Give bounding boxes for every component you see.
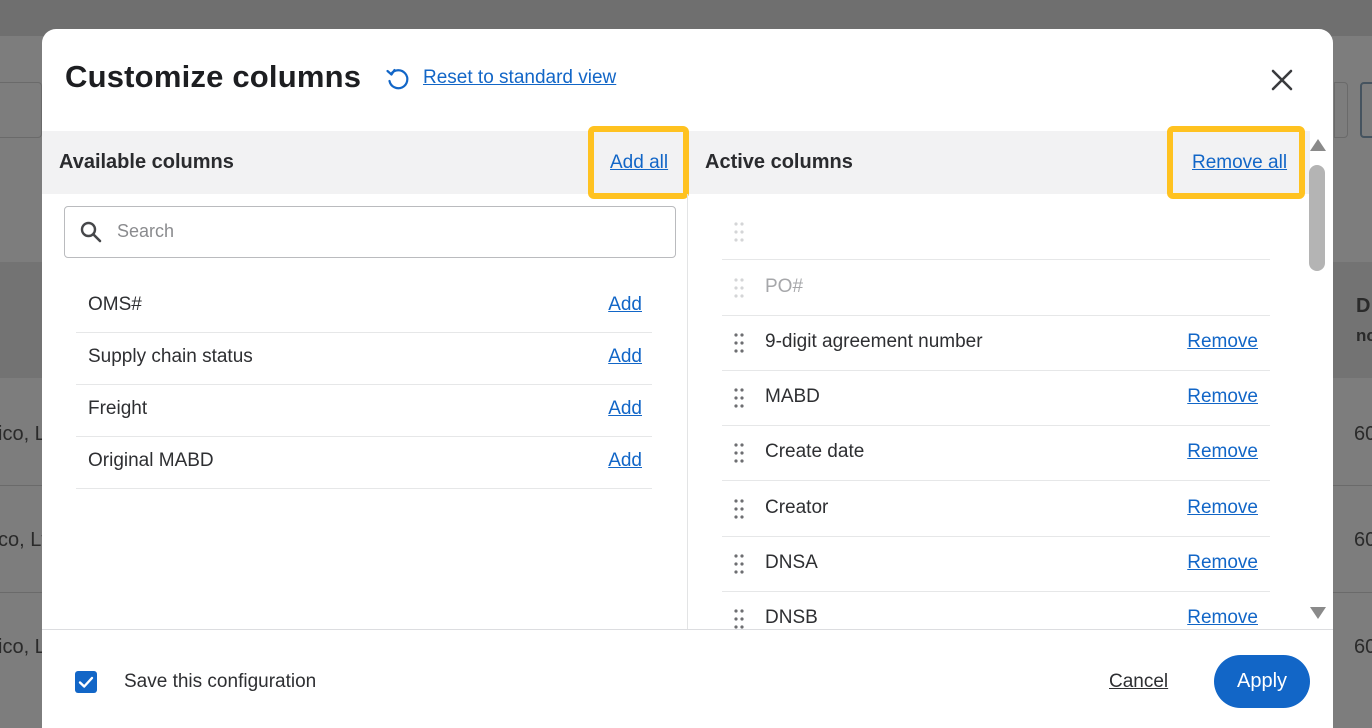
- add-all-highlight: [588, 126, 689, 199]
- background-cell: co, Lt: [0, 529, 47, 551]
- remove-column-button[interactable]: Remove: [1187, 497, 1258, 519]
- reset-to-standard-view-link[interactable]: Reset to standard view: [423, 67, 616, 89]
- available-column-label: Original MABD: [88, 450, 214, 471]
- drag-handle-icon[interactable]: [734, 553, 744, 575]
- customize-columns-modal: Customize columns Reset to standard view…: [42, 29, 1333, 728]
- remove-column-button[interactable]: Remove: [1187, 607, 1258, 629]
- active-column-label: PO#: [765, 276, 804, 297]
- active-column-item[interactable]: 9-digit agreement number Remove: [722, 316, 1270, 371]
- drag-handle-icon: [734, 222, 744, 242]
- background-input: [0, 82, 42, 138]
- active-column-label: 9-digit agreement number: [765, 331, 983, 352]
- close-icon[interactable]: [1268, 66, 1296, 94]
- search-input[interactable]: [117, 221, 657, 242]
- reset-icon[interactable]: [385, 66, 411, 92]
- add-column-button[interactable]: Add: [608, 450, 642, 472]
- active-column-item[interactable]: MABD Remove: [722, 371, 1270, 426]
- remove-column-button[interactable]: Remove: [1187, 386, 1258, 408]
- scrollbar-thumb[interactable]: [1309, 165, 1325, 271]
- background-input: [1334, 82, 1348, 138]
- active-columns-scrollbar[interactable]: [1306, 133, 1328, 627]
- available-column-label: OMS#: [88, 294, 142, 315]
- available-column-item: OMS# Add: [76, 281, 652, 333]
- scroll-up-arrow-icon[interactable]: [1310, 139, 1326, 151]
- available-columns-title: Available columns: [59, 151, 234, 173]
- search-field[interactable]: [64, 206, 676, 258]
- drag-handle-icon: [734, 278, 744, 298]
- save-configuration-checkbox[interactable]: [75, 671, 97, 693]
- remove-column-button[interactable]: Remove: [1187, 441, 1258, 463]
- add-column-button[interactable]: Add: [608, 346, 642, 368]
- background-cell: 60: [1354, 529, 1372, 551]
- background-column-header: D: [1356, 295, 1371, 317]
- background-cell: ico, L: [0, 423, 46, 445]
- active-column-item-locked: [722, 205, 1270, 260]
- checkmark-icon: [78, 676, 94, 688]
- drag-handle-icon[interactable]: [734, 387, 744, 409]
- active-column-label: Creator: [765, 497, 829, 518]
- remove-all-highlight: [1167, 126, 1305, 199]
- available-column-label: Freight: [88, 398, 148, 419]
- scroll-down-arrow-icon[interactable]: [1310, 607, 1326, 619]
- background-button: [1360, 82, 1372, 138]
- active-column-label: DNSA: [765, 552, 818, 573]
- save-configuration-label[interactable]: Save this configuration: [124, 671, 316, 693]
- available-column-item: Freight Add: [76, 385, 652, 437]
- modal-title: Customize columns: [65, 59, 362, 94]
- active-column-label: Create date: [765, 441, 865, 462]
- background-cell: 60: [1354, 636, 1372, 658]
- apply-button[interactable]: Apply: [1214, 655, 1310, 708]
- modal-footer: Save this configuration Cancel Apply: [42, 629, 1333, 728]
- search-icon: [80, 221, 102, 243]
- available-column-item: Supply chain status Add: [76, 333, 652, 385]
- remove-column-button[interactable]: Remove: [1187, 552, 1258, 574]
- active-column-item[interactable]: DNSA Remove: [722, 537, 1270, 592]
- background-column-header: nc: [1356, 326, 1372, 345]
- background-cell: ico, L: [0, 636, 46, 658]
- available-column-label: Supply chain status: [88, 346, 253, 367]
- add-column-button[interactable]: Add: [608, 294, 642, 316]
- active-column-label: DNSB: [765, 607, 818, 628]
- drag-handle-icon[interactable]: [734, 442, 744, 464]
- active-column-item-locked: PO#: [722, 261, 1270, 316]
- drag-handle-icon[interactable]: [734, 498, 744, 520]
- remove-column-button[interactable]: Remove: [1187, 331, 1258, 353]
- active-column-label: MABD: [765, 386, 820, 407]
- background-cell: 60: [1354, 423, 1372, 445]
- panel-divider: [687, 194, 688, 631]
- cancel-button[interactable]: Cancel: [1109, 671, 1168, 693]
- active-column-item[interactable]: Creator Remove: [722, 482, 1270, 537]
- available-column-item: Original MABD Add: [76, 437, 652, 489]
- active-columns-title: Active columns: [705, 151, 853, 173]
- active-column-item[interactable]: Create date Remove: [722, 426, 1270, 481]
- drag-handle-icon[interactable]: [734, 608, 744, 630]
- drag-handle-icon[interactable]: [734, 332, 744, 354]
- add-column-button[interactable]: Add: [608, 398, 642, 420]
